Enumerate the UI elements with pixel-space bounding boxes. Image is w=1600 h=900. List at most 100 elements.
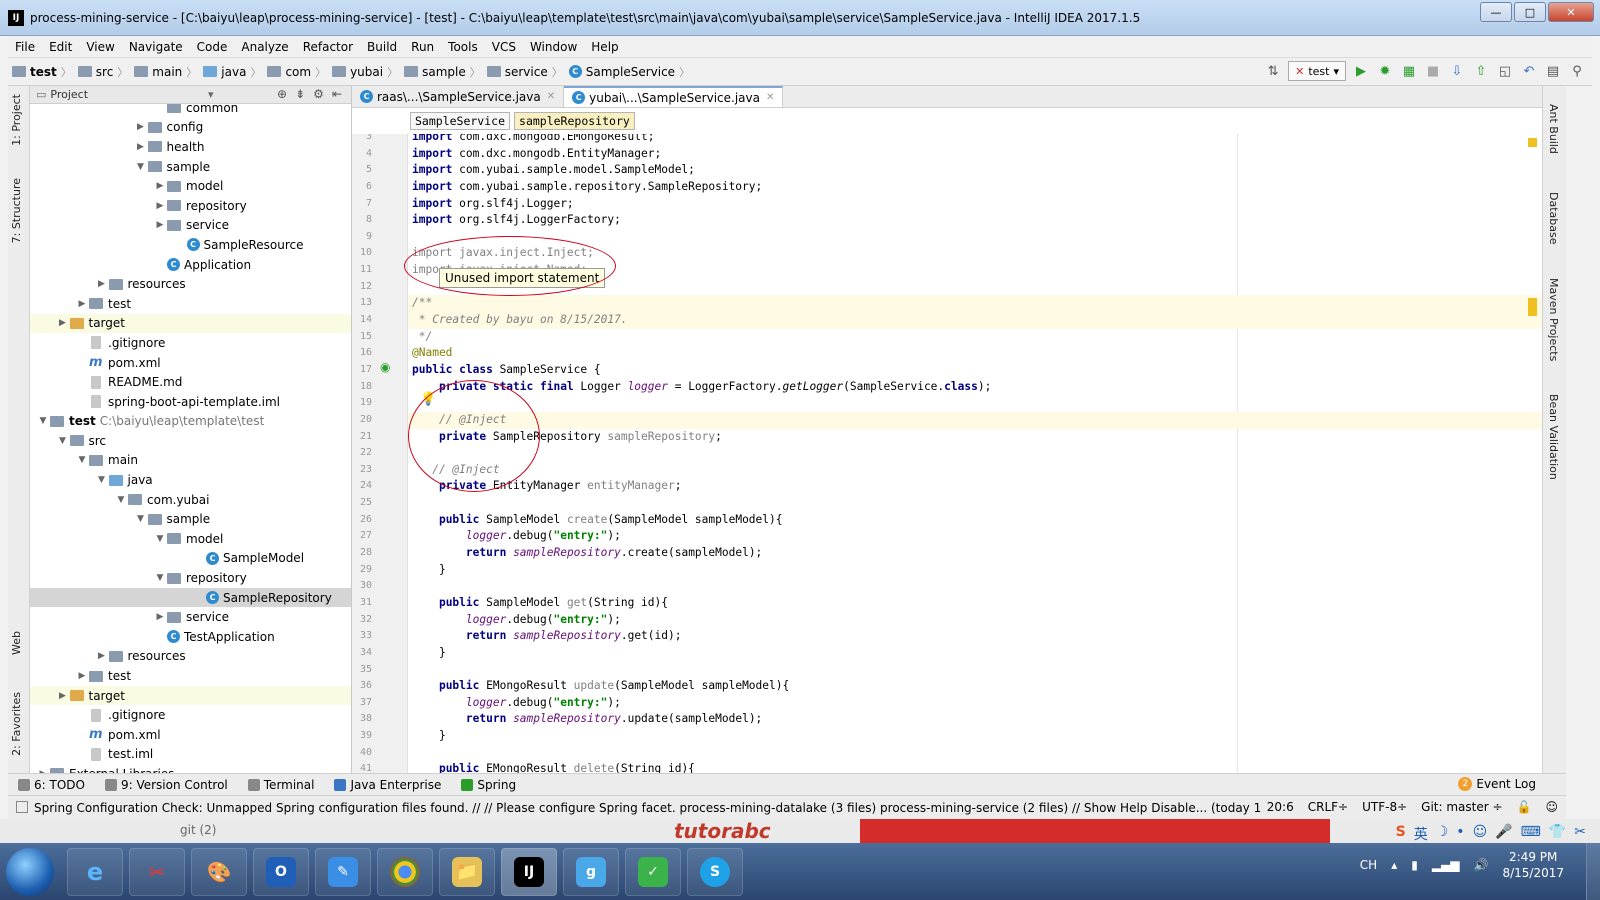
hector-icon[interactable]: ☺ <box>1545 800 1558 814</box>
toggle-tool-windows-icon[interactable] <box>16 801 28 813</box>
code-line[interactable]: 14 * Created by bayu on 8/15/2017. <box>360 312 1542 329</box>
code-line[interactable]: 17 public class SampleService { <box>360 362 1542 379</box>
expanded-arrow-icon[interactable]: ▼ <box>36 416 50 426</box>
code-line[interactable]: 22 <box>360 445 1542 462</box>
taskbar-git[interactable]: g <box>563 847 619 896</box>
mic-icon[interactable]: 🎤 <box>1495 824 1512 844</box>
nav-crumb-sample[interactable]: sample 〉 <box>400 64 483 80</box>
tree-item[interactable]: ▼ sample <box>30 509 351 529</box>
expanded-arrow-icon[interactable]: ▼ <box>56 436 70 446</box>
code-line[interactable]: 25 <box>360 495 1542 512</box>
code-line[interactable]: 39 } <box>360 728 1542 745</box>
tree-item[interactable]: spring-boot-api-template.iml <box>30 392 351 412</box>
nav-crumb-service[interactable]: service 〉 <box>483 64 565 80</box>
collapsed-arrow-icon[interactable]: ▶ <box>134 142 148 152</box>
taskbar-chrome[interactable] <box>377 847 433 896</box>
menu-file[interactable]: File <box>8 40 42 54</box>
git-branch[interactable]: Git: master ÷ <box>1421 800 1502 814</box>
expanded-arrow-icon[interactable]: ▼ <box>95 475 109 485</box>
tools-icon[interactable]: ✂ <box>1574 824 1586 844</box>
code-area[interactable]: 3 import com.dxc.mongodb.EMongoResult; 4 im… <box>360 129 1542 773</box>
tool-tab-web[interactable]: Web <box>10 631 23 655</box>
code-line[interactable]: 16 @Named <box>360 345 1542 362</box>
collapsed-arrow-icon[interactable]: ▶ <box>75 299 89 309</box>
menu-code[interactable]: Code <box>190 40 235 54</box>
network-icon[interactable]: ▮ <box>1411 858 1418 872</box>
moon-icon[interactable]: ☽ <box>1436 824 1449 844</box>
taskbar-project[interactable]: ✓ <box>625 847 681 896</box>
collapsed-arrow-icon[interactable]: ▶ <box>95 651 109 661</box>
tree-item[interactable]: m pom.xml <box>30 353 351 373</box>
vcs-commit-icon[interactable]: ⇧ <box>1472 62 1490 80</box>
tree-item[interactable]: .gitignore <box>30 705 351 725</box>
vcs-history-icon[interactable]: ◱ <box>1496 62 1514 80</box>
collapsed-arrow-icon[interactable]: ▶ <box>56 691 70 701</box>
editor-tab-yubai[interactable]: C yubai\...\SampleService.java ✕ <box>564 86 784 107</box>
tree-item[interactable]: ▶ resources <box>30 647 351 667</box>
coverage-icon[interactable]: ▦ <box>1400 62 1418 80</box>
tree-item[interactable]: ▼ repository <box>30 568 351 588</box>
code-line[interactable]: 26 public SampleModel create(SampleModel… <box>360 512 1542 529</box>
show-desktop-button[interactable] <box>1586 843 1600 900</box>
code-line[interactable]: 35 <box>360 662 1542 679</box>
tree-item[interactable]: ▶ config <box>30 118 351 138</box>
code-line[interactable]: 18 private static final Logger logger = … <box>360 379 1542 396</box>
nav-crumb-main[interactable]: main 〉 <box>130 64 199 80</box>
tool-tab-structure[interactable]: 7: Structure <box>10 178 23 243</box>
tool-tab-favorites[interactable]: 2: Favorites <box>10 692 23 756</box>
code-line[interactable]: 15 */ <box>360 329 1542 346</box>
code-line[interactable]: 38 return sampleRepository.update(sample… <box>360 711 1542 728</box>
line-separator[interactable]: CRLF÷ <box>1308 800 1348 814</box>
revert-icon[interactable]: ↶ <box>1520 62 1538 80</box>
ime-lang-icon[interactable]: 英 <box>1414 824 1428 844</box>
expanded-arrow-icon[interactable]: ▼ <box>153 534 167 544</box>
warning-marker[interactable] <box>1528 298 1537 316</box>
status-message[interactable]: Spring Configuration Check: Unmapped Spr… <box>34 801 1315 815</box>
sogou-icon[interactable]: S <box>1396 824 1406 844</box>
collapsed-arrow-icon[interactable]: ▶ <box>153 612 167 622</box>
clock[interactable]: 2:49 PM 8/15/2017 <box>1502 849 1564 881</box>
code-line[interactable]: 41 public EMongoResult delete(String id)… <box>360 761 1542 773</box>
tree-item[interactable]: ▶ model <box>30 176 351 196</box>
tree-item[interactable]: C SampleResource <box>30 235 351 255</box>
tree-item[interactable]: m pom.xml <box>30 725 351 745</box>
run-icon[interactable]: ▶ <box>1352 62 1370 80</box>
chevron-up-icon[interactable]: ▴ <box>1391 858 1397 872</box>
code-line[interactable]: 5 import com.yubai.sample.model.SampleMod… <box>366 162 1542 179</box>
close-tab-icon[interactable]: ✕ <box>547 91 555 102</box>
menu-build[interactable]: Build <box>360 40 404 54</box>
lock-icon[interactable]: 🔓 <box>1517 800 1532 814</box>
taskbar-snipping[interactable]: ✂ <box>129 847 185 896</box>
code-line[interactable]: 32 logger.debug("entry:"); <box>360 612 1542 629</box>
vcs-update-icon[interactable]: ⇩ <box>1448 62 1466 80</box>
expanded-arrow-icon[interactable]: ▼ <box>134 162 148 172</box>
menu-view[interactable]: View <box>79 40 121 54</box>
sync-icon[interactable]: ⊕ <box>277 87 287 101</box>
nav-crumb-com[interactable]: com 〉 <box>263 64 328 80</box>
menu-analyze[interactable]: Analyze <box>234 40 295 54</box>
tree-item[interactable]: .gitignore <box>30 333 351 353</box>
spring-bean-icon[interactable]: ◉ <box>380 360 390 374</box>
tree-item[interactable]: ▶ test <box>30 666 351 686</box>
taskbar-intellij[interactable]: IJ <box>501 847 557 896</box>
expanded-arrow-icon[interactable]: ▼ <box>153 573 167 583</box>
code-line[interactable]: 23 // @Inject <box>360 462 1542 479</box>
code-editor[interactable]: 3 import com.dxc.mongodb.EMongoResult; 4 im… <box>352 108 1542 773</box>
code-line[interactable]: 31 public SampleModel get(String id){ <box>360 595 1542 612</box>
chevron-down-icon[interactable]: ▾ <box>208 88 214 101</box>
code-line[interactable]: 24 private EntityManager entityManager; <box>360 478 1542 495</box>
tool-tab-todo[interactable]: 6: TODO <box>8 778 95 792</box>
tool-tab-bean-validation[interactable]: Bean Validation <box>1547 394 1560 480</box>
taskbar-explorer[interactable]: 📁 <box>439 847 495 896</box>
menu-tools[interactable]: Tools <box>441 40 485 54</box>
tree-item[interactable]: ▼ java <box>30 470 351 490</box>
code-line[interactable]: 28 return sampleRepository.create(sample… <box>360 545 1542 562</box>
nav-crumb-src[interactable]: src 〉 <box>74 64 131 80</box>
collapse-icon[interactable]: ⇟ <box>295 87 305 101</box>
tool-tab-version-control[interactable]: 9: Version Control <box>95 778 238 792</box>
tree-item[interactable]: ▶ resources <box>30 274 351 294</box>
tree-item[interactable]: ▶ target <box>30 685 351 706</box>
search-icon[interactable]: ⚲ <box>1568 62 1586 80</box>
expanded-arrow-icon[interactable]: ▼ <box>75 455 89 465</box>
tool-tab-maven[interactable]: Maven Projects <box>1547 278 1560 361</box>
